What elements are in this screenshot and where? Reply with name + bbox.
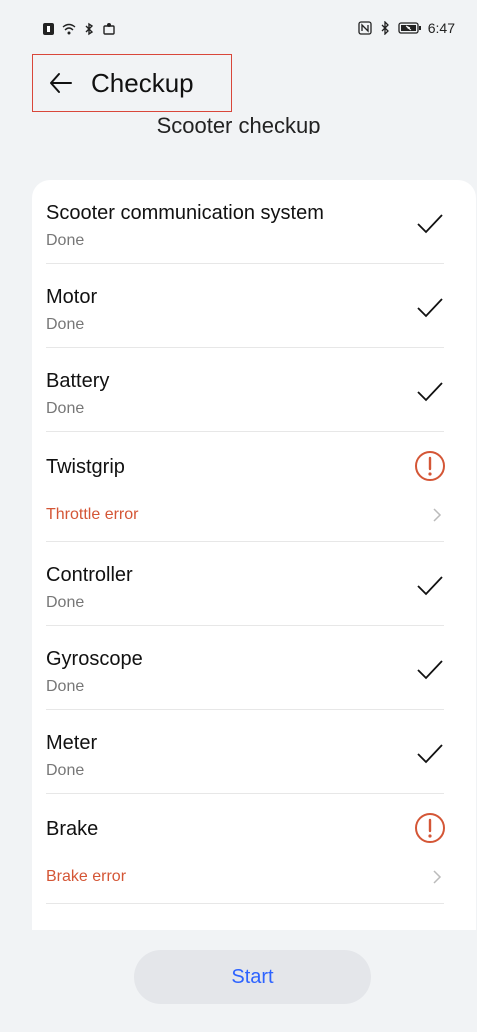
start-button[interactable]: Start <box>134 950 371 1004</box>
item-status: Done <box>46 594 85 611</box>
item-status: Done <box>46 678 85 695</box>
bluetooth-share-icon <box>85 22 94 36</box>
status-bar: 6:47 <box>0 0 477 56</box>
item-name: Battery <box>46 370 110 392</box>
brake-error-link[interactable]: Brake error <box>46 862 444 896</box>
status-left-icons <box>42 22 116 36</box>
chevron-right-icon <box>433 508 442 522</box>
chevron-right-icon <box>433 870 442 884</box>
item-name: Scooter communication system <box>46 202 324 224</box>
checkup-list-card: Scooter communication system Done Motor … <box>32 180 476 930</box>
check-icon <box>417 382 443 402</box>
item-name: Motor <box>46 286 98 308</box>
item-name: Meter <box>46 732 98 754</box>
item-status: Done <box>46 762 85 779</box>
header: Checkup <box>32 54 232 112</box>
check-icon <box>417 576 443 596</box>
list-item-meter: Meter Done <box>46 710 444 794</box>
warning-icon <box>415 451 445 481</box>
item-status: Done <box>46 400 85 417</box>
check-icon <box>417 214 443 234</box>
list-item-brake: Brake Brake error <box>46 794 445 904</box>
item-name: Twistgrip <box>46 456 125 478</box>
status-time: 6:47 <box>427 20 455 36</box>
item-status: Done <box>46 316 85 333</box>
wifi-icon <box>62 23 76 35</box>
check-icon <box>417 298 443 318</box>
check-icon <box>417 660 443 680</box>
arrow-left-icon <box>50 73 72 93</box>
bluetooth-icon <box>381 21 389 35</box>
back-button[interactable] <box>39 61 83 105</box>
warning-icon <box>415 813 445 843</box>
page-title: Checkup <box>91 67 194 98</box>
list-item-communication: Scooter communication system Done <box>46 180 444 264</box>
error-text: Brake error <box>46 868 127 885</box>
check-icon <box>417 744 443 764</box>
list-item-motor: Motor Done <box>46 264 444 348</box>
section-title: Scooter checkup <box>156 113 321 134</box>
throttle-error-link[interactable]: Throttle error <box>46 500 444 534</box>
nfc-icon <box>358 21 372 35</box>
cast-icon <box>103 23 115 35</box>
status-right-icons: 6:47 <box>358 20 455 36</box>
notification-icon <box>43 23 54 35</box>
list-item-gyroscope: Gyroscope Done <box>46 626 444 710</box>
error-text: Throttle error <box>46 506 139 523</box>
item-name: Brake <box>46 818 99 840</box>
list-item-twistgrip: Twistgrip Throttle error <box>46 432 445 542</box>
item-name: Gyroscope <box>46 648 143 670</box>
battery-icon <box>398 22 421 34</box>
list-item-controller: Controller Done <box>46 542 444 626</box>
item-name: Controller <box>46 564 133 586</box>
list-item-battery: Battery Done <box>46 348 444 432</box>
item-status: Done <box>46 232 85 249</box>
